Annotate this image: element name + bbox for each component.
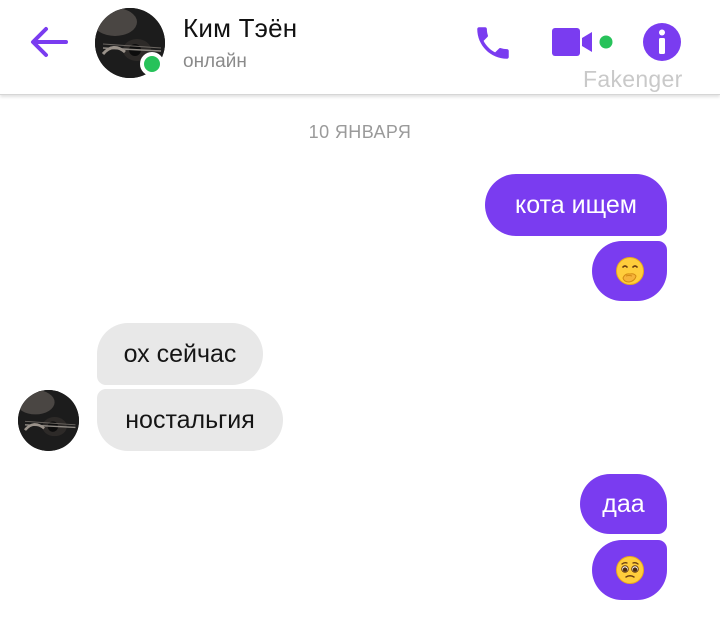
message-text: ох сейчас xyxy=(123,339,237,368)
chat-header: Ким Тэён онлайн Fakenger xyxy=(0,0,720,95)
message-text: кота ищем xyxy=(515,190,637,219)
info-icon xyxy=(643,23,681,61)
message-text: даа xyxy=(602,489,645,518)
contact-name[interactable]: Ким Тэён xyxy=(183,13,297,44)
online-indicator xyxy=(140,52,164,76)
contact-status: онлайн xyxy=(183,51,247,72)
video-call-button[interactable] xyxy=(548,24,616,60)
call-button[interactable] xyxy=(472,22,514,64)
message-bubble-incoming[interactable]: ох сейчас xyxy=(97,323,263,385)
app-watermark: Fakenger xyxy=(583,66,683,92)
message-bubble-outgoing[interactable] xyxy=(592,540,667,600)
info-button[interactable] xyxy=(641,21,683,63)
message-bubble-outgoing[interactable]: даа xyxy=(580,474,667,534)
back-button[interactable] xyxy=(26,22,70,62)
guitar-photo xyxy=(18,390,79,451)
pleading-face-icon xyxy=(615,556,644,584)
sender-avatar[interactable] xyxy=(18,390,79,451)
message-bubble-outgoing[interactable]: кота ищем xyxy=(485,174,667,236)
face-with-hand-over-mouth-icon xyxy=(615,257,644,285)
message-bubble-outgoing[interactable] xyxy=(592,241,667,301)
phone-icon xyxy=(477,27,509,59)
date-separator: 10 ЯНВАРЯ xyxy=(308,122,412,142)
message-text: ностальгия xyxy=(125,405,255,434)
message-bubble-incoming[interactable]: ностальгия xyxy=(97,389,283,451)
video-camera-icon xyxy=(552,28,613,56)
arrow-left-icon xyxy=(31,27,68,57)
